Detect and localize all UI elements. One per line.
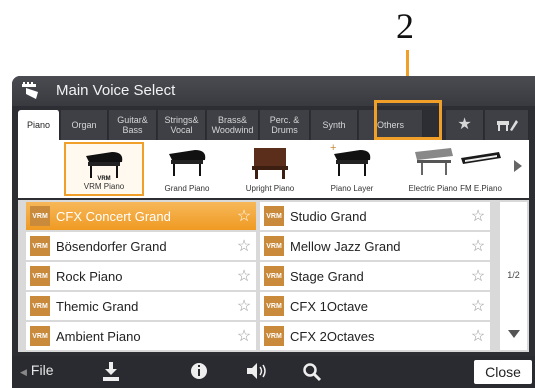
electric-piano-icon [415,148,453,175]
favorite-star-icon[interactable]: ☆ [232,206,256,226]
voice-category-strip: VRM VRM Piano Grand Piano Upright Piano … [18,140,529,198]
category-label: Upright Piano [245,184,295,193]
voice-row[interactable]: VRM CFX Concert Grand ☆ [26,202,256,230]
tab-favorites[interactable]: ★ [446,110,484,140]
tab-others[interactable]: Others [359,110,423,140]
voice-row[interactable]: VRM Ambient Piano ☆ [26,322,256,350]
vrm-badge: VRM [264,296,284,316]
category-tabs: Piano Organ Guitar& Bass Strings& Vocal … [18,106,529,140]
vrm-badge: VRM [30,236,50,256]
callout-number: 2 [396,6,414,46]
vrm-badge: VRM [30,326,50,346]
voice-row[interactable]: VRM Mellow Jazz Grand ☆ [260,232,490,260]
speaker-icon[interactable] [246,362,268,380]
vrm-badge: VRM [264,326,284,346]
tab-label: Perc. & Drums [269,115,300,135]
voice-column-right: VRM Studio Grand ☆ VRM Mellow Jazz Grand… [260,202,490,352]
voice-row[interactable]: VRM Stage Grand ☆ [260,262,490,290]
tab-label: Piano [26,120,51,130]
vrm-badge: VRM [264,266,284,286]
favorite-star-icon[interactable]: ☆ [232,236,256,256]
favorite-star-icon[interactable]: ☆ [466,296,490,316]
page-down-icon[interactable] [508,330,520,338]
tab-label: Brass& Woodwind [211,115,254,135]
keyboard-icon [461,152,501,164]
tab-guitar-bass[interactable]: Guitar& Bass [109,110,157,140]
piano-user-edit-icon [496,120,518,131]
category-fm-epiano[interactable]: FM E.Piano [450,142,512,196]
vrm-badge: VRM [30,206,50,226]
category-label: FM E.Piano [460,184,502,193]
tab-user[interactable] [485,110,529,140]
next-categories-arrow[interactable] [514,160,522,172]
vrm-badge: VRM [264,236,284,256]
grand-piano-icon [334,150,371,176]
voice-name: Themic Grand [56,298,139,314]
tab-piano[interactable]: Piano [18,110,60,140]
voice-name: CFX 2Octaves [290,328,375,344]
category-label: VRM Piano [83,182,125,191]
favorite-star-icon[interactable]: ☆ [466,236,490,256]
tab-brass-woodwind[interactable]: Brass& Woodwind [207,110,259,140]
vrm-badge: VRM [264,206,284,226]
star-icon: ★ [457,116,472,133]
favorite-star-icon[interactable]: ☆ [466,326,490,346]
tab-label: Synth [322,120,346,130]
category-label: Grand Piano [164,184,210,193]
window-title: Main Voice Select [56,82,176,99]
tab-label: Organ [71,120,97,130]
voice-row[interactable]: VRM CFX 2Octaves ☆ [260,322,490,350]
favorite-star-icon[interactable]: ☆ [466,266,490,286]
file-button[interactable]: ◀ File [20,362,53,378]
voice-name: CFX Concert Grand [56,208,171,224]
category-upright-piano[interactable]: Upright Piano [230,142,310,196]
voice-name: Rock Piano [56,268,123,284]
page-selector[interactable]: 1/2 [500,202,527,350]
grand-piano-icon [169,150,206,176]
download-icon[interactable] [102,362,120,382]
voice-column-left: VRM CFX Concert Grand ☆ VRM Bösendorfer … [26,202,256,352]
voice-row[interactable]: VRM Studio Grand ☆ [260,202,490,230]
favorite-star-icon[interactable]: ☆ [232,266,256,286]
voice-name: Studio Grand [290,208,367,224]
tab-label: Others [376,120,404,130]
voice-name: Bösendorfer Grand [56,238,167,254]
tab-perc-drums[interactable]: Perc. & Drums [260,110,310,140]
category-label: Piano Layer [330,184,374,193]
vrm-badge: VRM [30,266,50,286]
voice-name: Mellow Jazz Grand [290,238,401,254]
tab-synth[interactable]: Synth [311,110,358,140]
upright-piano-icon [252,148,288,179]
voice-name: Stage Grand [290,268,364,284]
tab-label: Guitar& Bass [117,115,148,135]
tab-strings-vocal[interactable]: Strings& Vocal [158,110,206,140]
favorite-star-icon[interactable]: ☆ [466,206,490,226]
page-number: 1/2 [507,270,520,280]
voice-name: CFX 1Octave [290,298,369,314]
vrm-badge: VRM [30,296,50,316]
category-grand-piano[interactable]: Grand Piano [147,142,227,196]
main-voice-select-screen: Main Voice Select Piano Organ Guitar& Ba… [12,76,535,388]
category-vrm-piano[interactable]: VRM VRM Piano [64,142,144,196]
tab-organ[interactable]: Organ [61,110,108,140]
expand-left-icon: ◀ [20,367,27,377]
favorite-star-icon[interactable]: ☆ [232,326,256,346]
bottom-bar: ◀ File Close [12,356,535,388]
close-button[interactable]: Close [474,360,532,384]
voice-row[interactable]: VRM Bösendorfer Grand ☆ [26,232,256,260]
tab-label: Strings& Vocal [164,115,199,135]
info-icon[interactable] [190,362,208,380]
voice-name: Ambient Piano [56,328,141,344]
title-bar: Main Voice Select [12,76,535,106]
favorite-star-icon[interactable]: ☆ [232,296,256,316]
search-icon[interactable] [302,362,322,382]
voice-list: VRM CFX Concert Grand ☆ VRM Bösendorfer … [18,200,529,352]
voice-row[interactable]: VRM Rock Piano ☆ [26,262,256,290]
file-label: File [30,362,54,378]
voice-row[interactable]: VRM Themic Grand ☆ [26,292,256,320]
keyboard-hand-icon [22,82,38,99]
category-piano-layer[interactable]: + Piano Layer [312,142,392,196]
voice-row[interactable]: VRM CFX 1Octave ☆ [260,292,490,320]
